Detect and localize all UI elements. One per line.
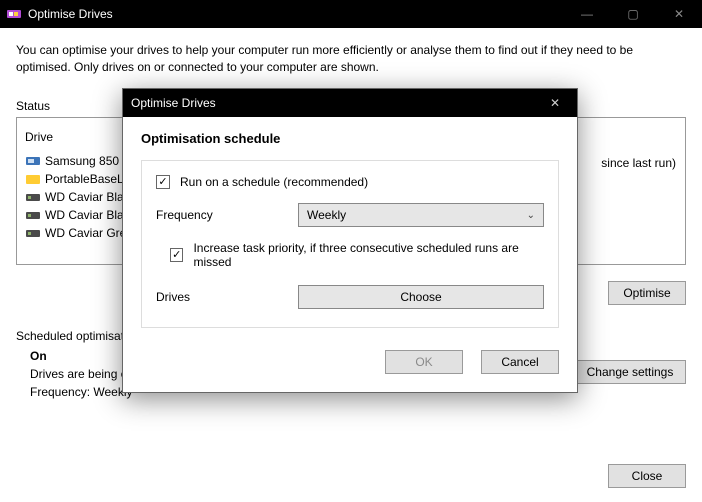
- schedule-dialog: Optimise Drives ✕ Optimisation schedule …: [122, 88, 578, 393]
- hdd-icon: [25, 191, 41, 203]
- hdd-icon: [25, 209, 41, 221]
- priority-checkbox[interactable]: ✓: [170, 248, 183, 262]
- dialog-ok-button[interactable]: OK: [385, 350, 463, 374]
- dialog-title: Optimise Drives: [131, 96, 216, 110]
- priority-label: Increase task priority, if three consecu…: [193, 241, 544, 269]
- choose-drives-button[interactable]: Choose: [298, 285, 544, 309]
- app-icon: [6, 6, 22, 22]
- window-title: Optimise Drives: [28, 7, 113, 21]
- run-schedule-checkbox[interactable]: ✓: [156, 175, 170, 189]
- drives-label: Drives: [156, 290, 298, 304]
- optimise-button[interactable]: Optimise: [608, 281, 686, 305]
- run-schedule-label: Run on a schedule (recommended): [180, 175, 368, 189]
- dialog-cancel-button[interactable]: Cancel: [481, 350, 559, 374]
- description-text: You can optimise your drives to help you…: [16, 42, 686, 77]
- dialog-heading: Optimisation schedule: [141, 131, 559, 146]
- frequency-select[interactable]: Weekly ⌄: [298, 203, 544, 227]
- close-button[interactable]: ✕: [656, 0, 702, 28]
- main-close-button[interactable]: Close: [608, 464, 686, 488]
- dialog-titlebar: Optimise Drives ✕: [123, 89, 577, 117]
- dialog-close-button[interactable]: ✕: [533, 89, 577, 117]
- column-current-status: since last run): [601, 156, 676, 170]
- frequency-label: Frequency: [156, 208, 298, 222]
- frequency-value: Weekly: [307, 208, 346, 222]
- hdd-icon: [25, 227, 41, 239]
- schedule-options-box: ✓ Run on a schedule (recommended) Freque…: [141, 160, 559, 328]
- chevron-down-icon: ⌄: [527, 210, 535, 221]
- change-settings-button[interactable]: Change settings: [574, 360, 686, 384]
- ssd-icon: [25, 155, 41, 167]
- folder-icon: [25, 173, 41, 185]
- column-drive: Drive: [25, 130, 53, 144]
- close-icon: ✕: [550, 96, 560, 110]
- maximize-button[interactable]: ▢: [610, 0, 656, 28]
- main-titlebar: Optimise Drives — ▢ ✕: [0, 0, 702, 28]
- window-controls: — ▢ ✕: [564, 0, 702, 28]
- minimize-button[interactable]: —: [564, 0, 610, 28]
